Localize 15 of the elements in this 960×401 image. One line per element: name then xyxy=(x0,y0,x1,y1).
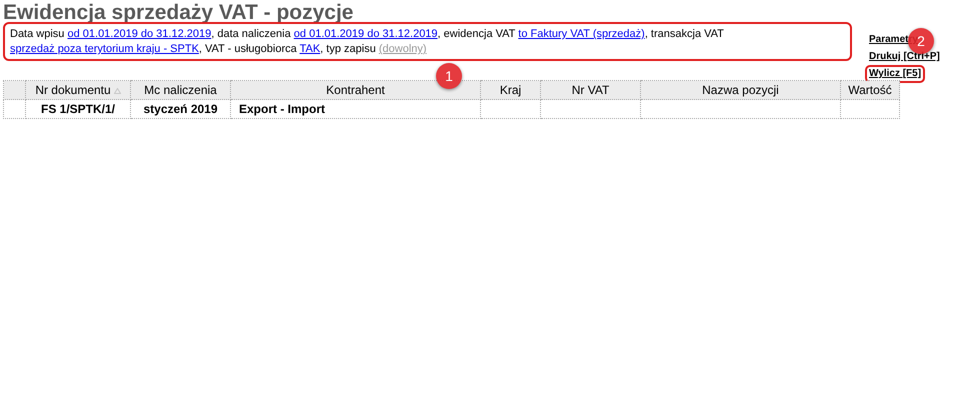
action-link[interactable]: Drukuj [Ctrl+P] xyxy=(868,50,941,64)
filter-link[interactable]: od 01.01.2019 do 31.12.2019 xyxy=(67,28,212,40)
filter-link[interactable]: od 01.01.2019 do 31.12.2019 xyxy=(294,28,438,40)
column-header[interactable]: Kontrahent xyxy=(326,83,385,97)
callout-badge: 1 xyxy=(436,63,462,89)
filter-summary: Data wpisu od 01.01.2019 do 31.12.2019, data naliczenia od 01.01.2019 do 31.12.2019, ewidencja VAT to Faktury VAT (sprzedaż), transakcja VAT sprzedaż poza terytorium kraju - SPTK, VAT - usługobiorca TAK, typ zapisu (dowolny) xyxy=(10,27,725,57)
table-cell: FS 1/SPTK/1/ xyxy=(40,102,116,116)
action-link[interactable]: Wylicz [F5] xyxy=(867,67,924,81)
sort-icon xyxy=(114,88,121,94)
filter-link[interactable]: TAK xyxy=(300,43,320,55)
filter-link[interactable]: to Faktury VAT (sprzedaż) xyxy=(518,28,645,40)
page-title: Ewidencja sprzedaży VAT - pozycje xyxy=(3,1,354,25)
table-cell: Export - Import xyxy=(239,102,325,116)
filter-link[interactable]: sprzedaż poza terytorium kraju - SPTK xyxy=(10,43,199,55)
table-cell: styczeń 2019 xyxy=(143,102,218,116)
